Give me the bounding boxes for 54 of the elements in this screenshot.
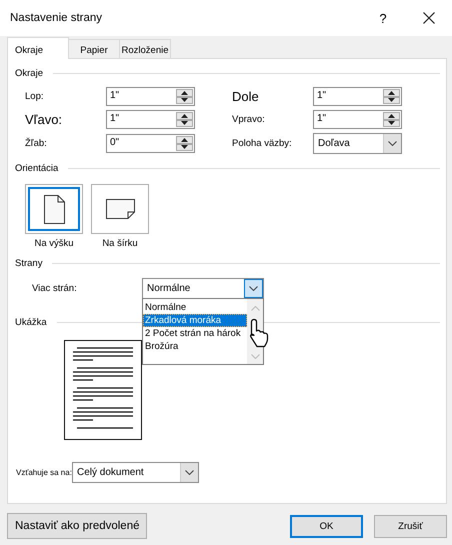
field-label: Poloha väzby: [232,138,293,149]
up-arrow-icon [181,90,188,95]
dropdown[interactable]: Normálne [142,278,264,299]
up-arrow-icon [388,114,395,118]
ok-button[interactable]: OK [290,514,363,538]
orientation-button[interactable] [91,184,149,234]
list-item[interactable]: 2 Počet strán na hárok [143,327,247,340]
list-item[interactable]: Zrkadlová moráka [143,314,247,327]
orientation-button[interactable] [25,184,83,234]
option-label: Na výšku [34,238,74,249]
dropdown[interactable]: Doľava [313,133,402,154]
option-label: Na šírku [102,238,138,249]
chevron-down-icon [388,141,397,146]
chevron-down-icon [185,470,194,475]
spin-field[interactable]: 1" [106,110,195,129]
list-item[interactable]: Brožúra [143,340,247,353]
down-arrow-icon [388,121,395,126]
down-arrow-icon [181,145,188,150]
spin-field[interactable]: 1" [106,87,195,106]
spin-field[interactable]: 1" [313,87,402,106]
field-label: Dole [232,89,260,104]
help-button[interactable]: ? [360,0,406,36]
tab[interactable]: Okraje [7,37,69,59]
window-title: Nastavenie strany [10,12,104,24]
close-icon [423,12,435,24]
down-arrow-icon [181,121,188,126]
down-arrow-icon [181,98,188,102]
up-arrow-icon [181,114,188,118]
field-label: Viac strán: [32,282,78,296]
dialog-button[interactable]: Zrušiť [374,514,447,538]
section-heading: Okraje [15,68,44,78]
chevron-down-icon [249,286,258,291]
tab[interactable]: Papier [68,39,120,58]
dropdown[interactable]: Celý dokument [72,462,199,483]
tab[interactable]: Rozloženie [119,39,171,58]
section-heading: Orientácia [15,162,60,174]
field-label: Vľavo: [25,112,64,127]
down-arrow-icon [388,98,395,102]
spin-field[interactable]: 1" [313,110,402,129]
spin-field[interactable]: 0" [106,134,195,153]
scroll-up-icon [250,306,260,311]
portrait-page-icon [44,194,64,224]
up-arrow-icon [388,90,395,95]
field-label: Žľab: [25,138,48,149]
dialog-button[interactable]: Nastaviť ako predvolené [7,513,147,539]
list-item[interactable]: Normálne [143,301,247,314]
section-heading: Strany [15,258,44,268]
up-arrow-icon [181,138,188,142]
scroll-down-icon [250,354,260,359]
landscape-page-icon [106,199,134,219]
field-label: Vpravo: [232,114,266,125]
field-label: Vzťahuje sa na: [16,468,72,477]
field-label: Lop: [25,91,44,102]
section-heading: Ukážka [15,316,48,328]
